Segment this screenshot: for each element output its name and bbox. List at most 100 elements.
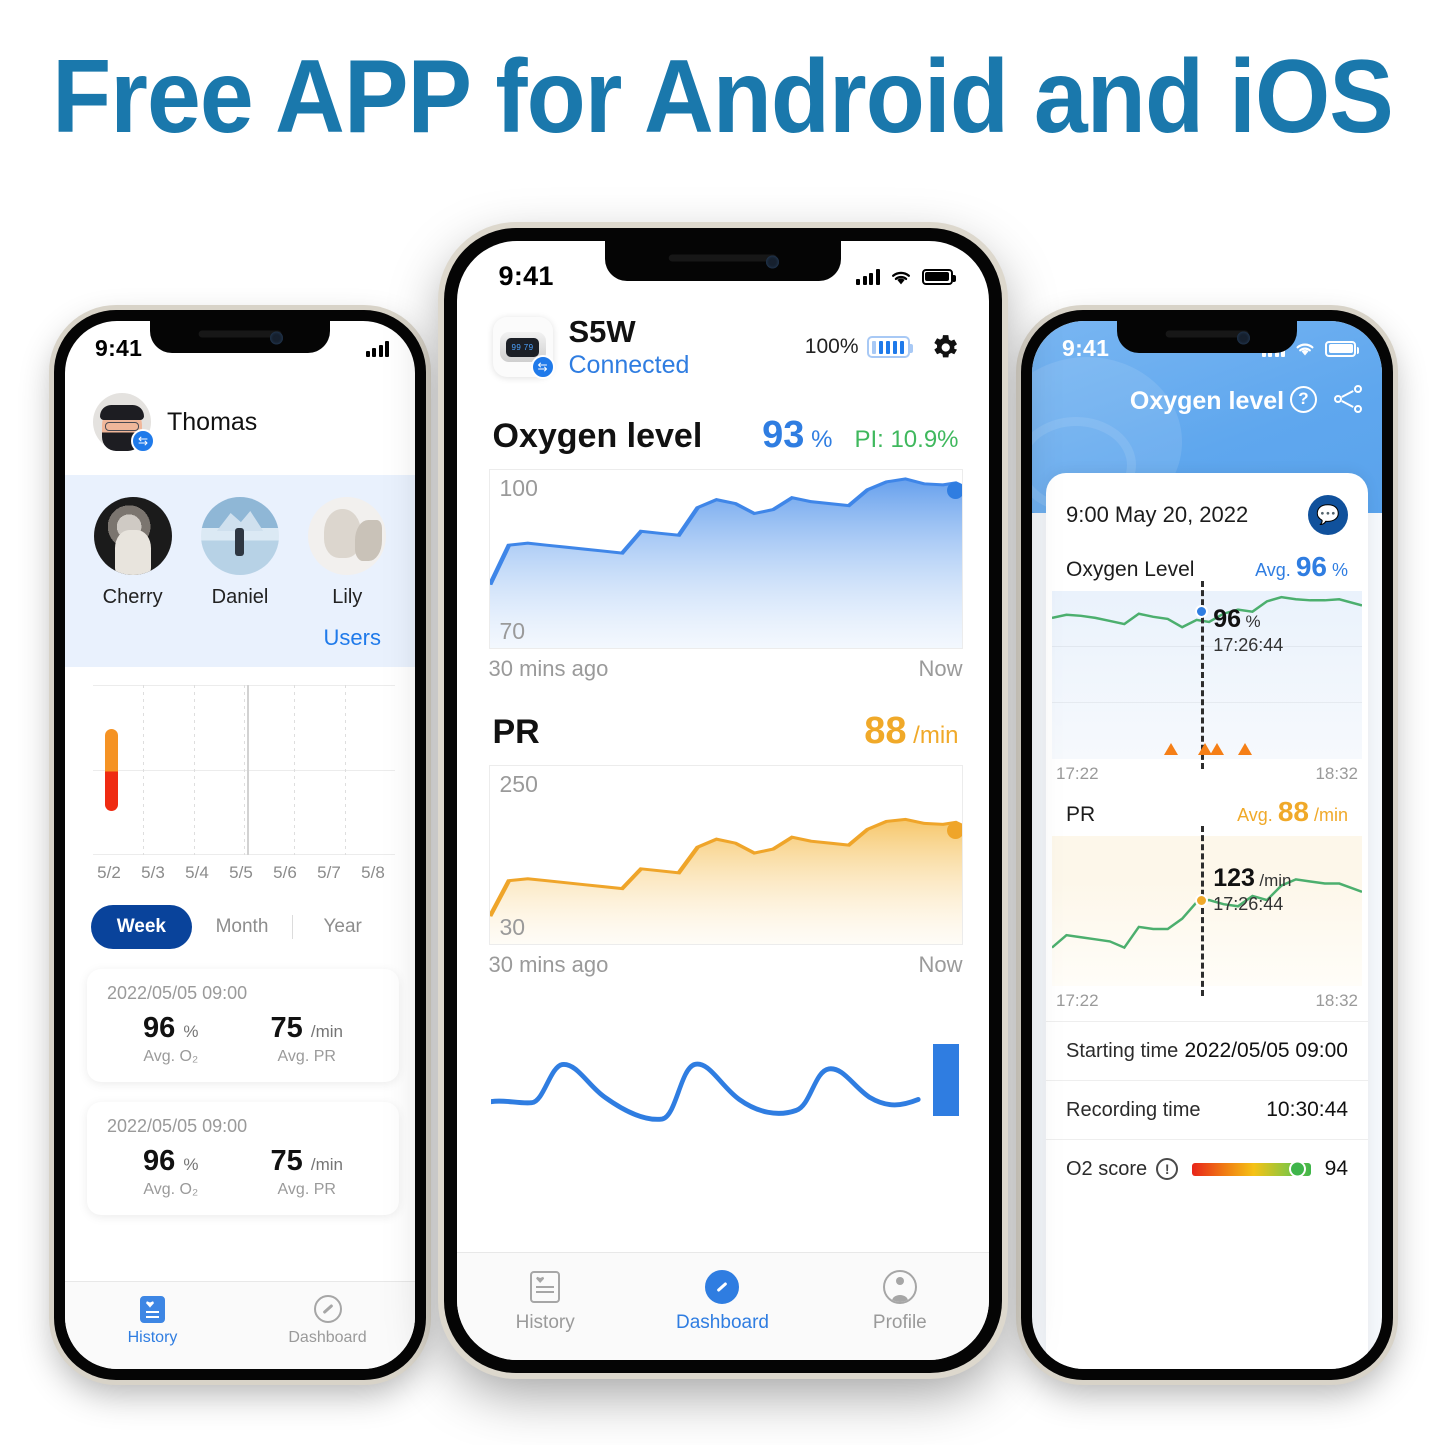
x-end: 18:32 — [1315, 991, 1358, 1010]
record-date: 9:00 May 20, 2022 — [1066, 502, 1249, 527]
device-screen-text: 99 79 — [506, 337, 539, 357]
page-title: Free APP for Android and iOS — [52, 39, 1394, 155]
list-item[interactable]: Lily — [308, 497, 387, 609]
tip-value: 123 — [1213, 864, 1255, 892]
section-title: Oxygen level — [492, 416, 703, 455]
x-start: 30 mins ago — [488, 655, 609, 681]
nav-actions: ? — [1290, 385, 1362, 413]
oxygen-chart[interactable]: 100 70 — [488, 468, 963, 649]
date-bar: 9:00 May 20, 2022 💬 — [1046, 473, 1368, 547]
oxygen-line — [1051, 595, 1363, 629]
plethysmograph-waveform — [488, 1034, 959, 1154]
status-time: 9:41 — [498, 261, 554, 291]
tab-dashboard[interactable]: Dashboard — [634, 1269, 811, 1334]
profile-icon — [882, 1270, 917, 1304]
value: 93 — [762, 413, 805, 456]
tab-label: History — [515, 1312, 575, 1333]
avg-unit: /min — [1313, 805, 1348, 825]
tip-value: 96 — [1213, 605, 1241, 633]
o2-label: Avg. O₂ — [143, 1181, 199, 1198]
event-marker — [1238, 743, 1252, 755]
right-phone-screen: 9:41 Oxygen level ? 9:00 May 20, 2022 💬 — [1032, 321, 1382, 1369]
pr-x-axis: 30 mins ago Now — [489, 952, 963, 978]
speaker-slot — [198, 330, 282, 338]
sync-icon: ⇆ — [131, 429, 155, 453]
oxygen-section-header: Oxygen level 93 % PI: 10.9% — [457, 380, 989, 457]
pr-area — [489, 817, 962, 944]
detail-card: 9:00 May 20, 2022 💬 Oxygen Level Avg. 96… — [1046, 473, 1368, 1369]
record-timestamp: 2022/05/05 09:00 — [107, 983, 248, 1003]
pr-value: 75 — [270, 1012, 303, 1044]
tab-month[interactable]: Month — [192, 905, 293, 949]
record-card[interactable]: 2022/05/05 09:00 96 % Avg. O₂ 75 /min Av… — [87, 969, 399, 1082]
avg-unit: % — [1331, 560, 1348, 580]
share-icon[interactable] — [1334, 385, 1362, 413]
record-values: 96 % Avg. O₂ 75 /min Avg. PR — [107, 1012, 379, 1066]
oxygen-average: Avg. 96 % — [1255, 551, 1348, 583]
signal-icon — [856, 268, 880, 285]
score-indicator — [1290, 1162, 1304, 1176]
info-icon[interactable]: ! — [1156, 1158, 1179, 1180]
user-label: Daniel — [211, 586, 269, 608]
x-tick: 5/5 — [229, 863, 253, 882]
x-start: 17:22 — [1056, 764, 1099, 783]
record-o2: 96 % Avg. O₂ — [143, 1145, 198, 1199]
y-min-label: 70 — [499, 617, 526, 644]
tab-year[interactable]: Year — [292, 905, 393, 949]
users-list: Cherry Daniel Lily — [65, 497, 415, 609]
record-card[interactable]: 2022/05/05 09:00 96 % Avg. O₂ 75 /min Av… — [87, 1102, 399, 1215]
right-phone-mockup: 9:41 Oxygen level ? 9:00 May 20, 2022 💬 — [1021, 310, 1393, 1380]
device-icon: 99 79 ⇆ — [492, 317, 555, 380]
record-timestamp: 2022/05/05 09:00 — [107, 1116, 248, 1136]
x-start: 30 mins ago — [488, 951, 609, 977]
avg-label: Avg. — [1237, 805, 1273, 825]
help-icon[interactable]: ? — [1290, 385, 1317, 413]
tab-week[interactable]: Week — [91, 905, 192, 949]
history-icon — [530, 1271, 561, 1303]
tab-label: Dashboard — [288, 1329, 367, 1346]
x-tick: 5/7 — [317, 863, 341, 882]
history-chart — [93, 685, 395, 855]
status-time: 9:41 — [1062, 335, 1110, 361]
gear-icon[interactable] — [928, 331, 961, 364]
center-phone-mockup: 9:41 99 79 ⇆ S5W Connected 100% Oxygen l… — [443, 228, 1002, 1373]
user-name: Thomas — [167, 407, 258, 436]
chart-x-labels: 5/2 5/3 5/4 5/5 5/6 5/7 5/8 — [87, 863, 395, 883]
dashboard-icon — [313, 1295, 342, 1323]
tab-history[interactable]: History — [65, 1294, 240, 1347]
tip-time: 17:26:44 — [1213, 635, 1284, 655]
x-tick: 5/4 — [185, 863, 209, 882]
list-item[interactable]: Cherry — [93, 497, 172, 609]
list-item[interactable]: Daniel — [200, 497, 279, 609]
pr-chart[interactable]: 250 30 — [488, 764, 963, 945]
chart-cursor — [247, 685, 250, 855]
pr-detail-chart[interactable]: 123 /min 17:26:44 — [1051, 826, 1363, 996]
o2-unit: % — [183, 1022, 199, 1041]
data-point — [1194, 894, 1208, 907]
tab-label: History — [127, 1329, 178, 1346]
pr-section-header: PR Avg. 88 /min — [1046, 784, 1368, 834]
device-name: S5W — [568, 314, 636, 349]
chart-grid — [93, 685, 395, 855]
oxygen-section-header: Oxygen Level Avg. 96 % — [1046, 547, 1368, 589]
record-pr: 75 /min Avg. PR — [271, 1012, 343, 1066]
o2-unit: % — [183, 1155, 199, 1174]
battery-icon — [866, 336, 913, 359]
pr-value: 88 /min — [864, 710, 958, 753]
comment-icon[interactable]: 💬 — [1308, 495, 1348, 535]
users-panel: Cherry Daniel Lily Users — [65, 475, 415, 667]
tab-dashboard[interactable]: Dashboard — [240, 1294, 415, 1347]
pr-average: Avg. 88 /min — [1237, 796, 1348, 828]
x-tick: 5/8 — [361, 863, 385, 882]
tab-profile[interactable]: Profile — [811, 1269, 988, 1334]
x-end: Now — [918, 655, 963, 681]
users-link[interactable]: Users — [65, 609, 415, 657]
nav-title: Oxygen level — [1129, 387, 1285, 415]
front-camera — [766, 255, 780, 269]
pr-tooltip: 123 /min 17:26:44 — [1213, 864, 1291, 915]
avg-value: 96 — [1295, 551, 1327, 582]
oxygen-detail-chart[interactable]: 96 % 17:26:44 — [1051, 581, 1363, 769]
o2-label: Avg. O₂ — [143, 1048, 199, 1065]
tab-history[interactable]: History — [457, 1269, 634, 1334]
range-selector: Week Month Year — [91, 905, 393, 949]
